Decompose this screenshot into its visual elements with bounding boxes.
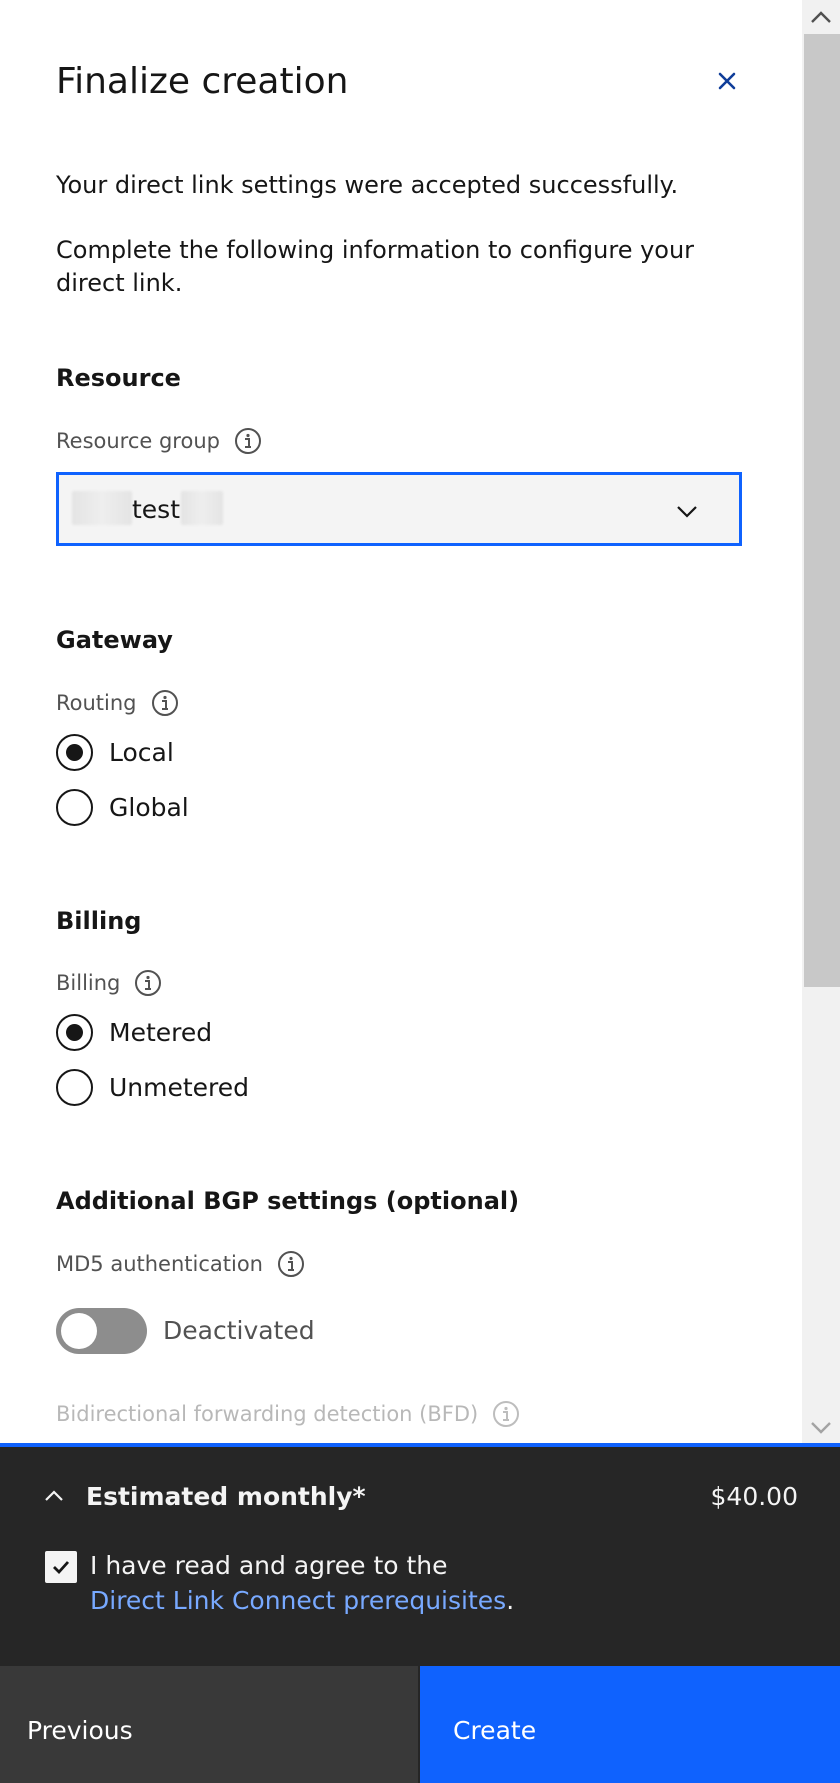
toggle-state-label: Deactivated (163, 1316, 315, 1345)
agree-prefix: I have read and agree to the (90, 1551, 448, 1580)
checkmark-icon (53, 1561, 70, 1575)
information-icon[interactable] (492, 1400, 520, 1428)
chevron-down-icon (677, 506, 697, 518)
scroll-up-arrow[interactable] (802, 0, 840, 34)
md5-label-text: MD5 authentication (56, 1252, 263, 1276)
gateway-heading: Gateway (56, 626, 173, 654)
previous-button[interactable]: Previous (0, 1666, 418, 1783)
scrollbar[interactable] (802, 0, 840, 1445)
prerequisites-link[interactable]: Direct Link Connect prerequisites (90, 1586, 506, 1615)
chevron-up-icon (45, 1490, 63, 1501)
close-button[interactable] (710, 64, 744, 98)
radio-label: Local (109, 737, 174, 767)
radio-label: Unmetered (109, 1072, 250, 1102)
resource-group-label-text: Resource group (56, 429, 220, 453)
redacted-text (72, 491, 132, 525)
radio-label: Metered (109, 1017, 213, 1047)
billing-heading: Billing (56, 907, 142, 935)
billing-label: Billing (56, 969, 162, 997)
resource-group-value: test (132, 495, 181, 524)
redacted-text (181, 491, 223, 525)
radio-button[interactable] (56, 1069, 93, 1106)
agree-checkbox[interactable] (45, 1551, 77, 1583)
cost-summary-footer: Estimated monthly* $40.00 I have read an… (0, 1443, 840, 1666)
resource-group-label: Resource group (56, 427, 262, 455)
toggle-knob (61, 1313, 97, 1349)
routing-radio-local[interactable]: Local (56, 734, 174, 771)
bfd-label: Bidirectional forwarding detection (BFD) (56, 1400, 520, 1428)
scrollbar-thumb[interactable] (804, 34, 840, 987)
resource-group-select[interactable]: test (56, 472, 742, 546)
estimate-label: Estimated monthly* (86, 1482, 366, 1511)
information-icon[interactable] (151, 689, 179, 717)
billing-radio-metered[interactable]: Metered (56, 1014, 212, 1051)
radio-button-checked[interactable] (56, 734, 93, 771)
create-side-panel: Finalize creation Your direct link setti… (0, 0, 802, 1445)
radio-button-checked[interactable] (56, 1014, 93, 1051)
intro-success-text: Your direct link settings were accepted … (56, 171, 679, 199)
resource-heading: Resource (56, 364, 181, 392)
intro-instructions-text: Complete the following information to co… (56, 236, 695, 297)
md5-toggle[interactable]: Deactivated (56, 1308, 315, 1354)
scroll-down-arrow[interactable] (802, 1411, 840, 1445)
bgp-heading: Additional BGP settings (optional) (56, 1187, 520, 1215)
md5-label: MD5 authentication (56, 1250, 305, 1278)
information-icon[interactable] (234, 427, 262, 455)
routing-label: Routing (56, 689, 179, 717)
billing-label-text: Billing (56, 971, 121, 995)
information-icon[interactable] (277, 1250, 305, 1278)
agree-text: I have read and agree to the Direct Link… (90, 1548, 790, 1618)
chevron-down-icon (811, 1422, 831, 1434)
toggle-track[interactable] (56, 1308, 147, 1354)
radio-label: Global (109, 792, 189, 822)
routing-radio-global[interactable]: Global (56, 789, 189, 826)
routing-label-text: Routing (56, 691, 137, 715)
chevron-up-icon (811, 11, 831, 23)
radio-button[interactable] (56, 789, 93, 826)
estimate-toggle[interactable]: Estimated monthly* $40.00 (0, 1447, 840, 1543)
agree-suffix: . (506, 1586, 515, 1615)
billing-radio-unmetered[interactable]: Unmetered (56, 1069, 249, 1106)
panel-title: Finalize creation (56, 61, 349, 102)
estimate-price: $40.00 (710, 1482, 798, 1511)
close-icon (718, 72, 736, 90)
bfd-label-text: Bidirectional forwarding detection (BFD) (56, 1402, 479, 1426)
information-icon[interactable] (134, 969, 162, 997)
create-button[interactable]: Create (418, 1666, 840, 1783)
